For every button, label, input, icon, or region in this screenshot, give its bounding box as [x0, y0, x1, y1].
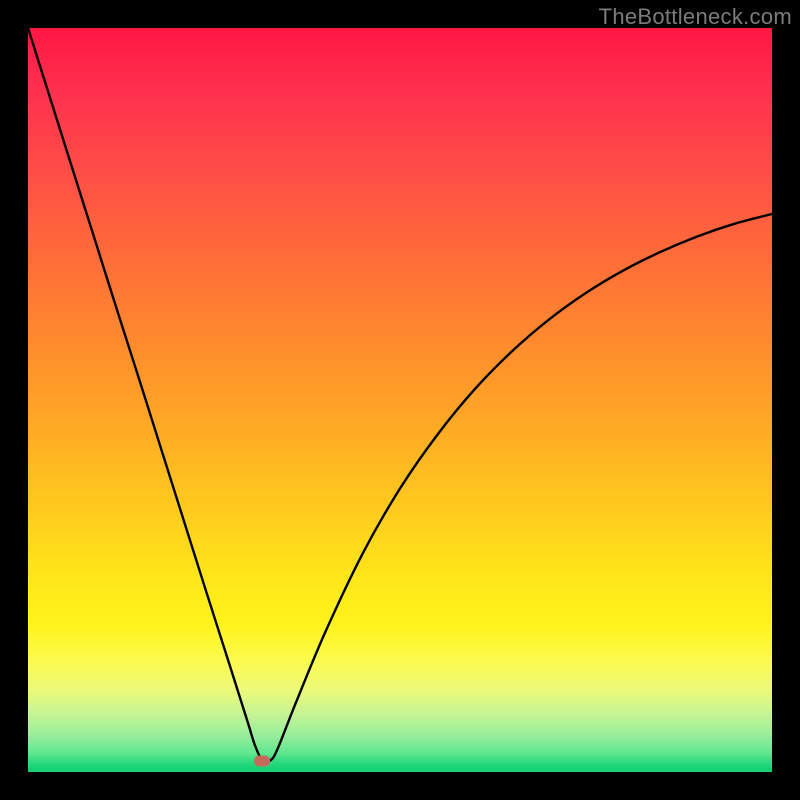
chart-frame: TheBottleneck.com: [0, 0, 800, 800]
plot-area: [28, 28, 772, 772]
watermark-text: TheBottleneck.com: [599, 4, 792, 30]
minimum-marker: [254, 755, 270, 766]
bottleneck-curve: [28, 28, 772, 772]
